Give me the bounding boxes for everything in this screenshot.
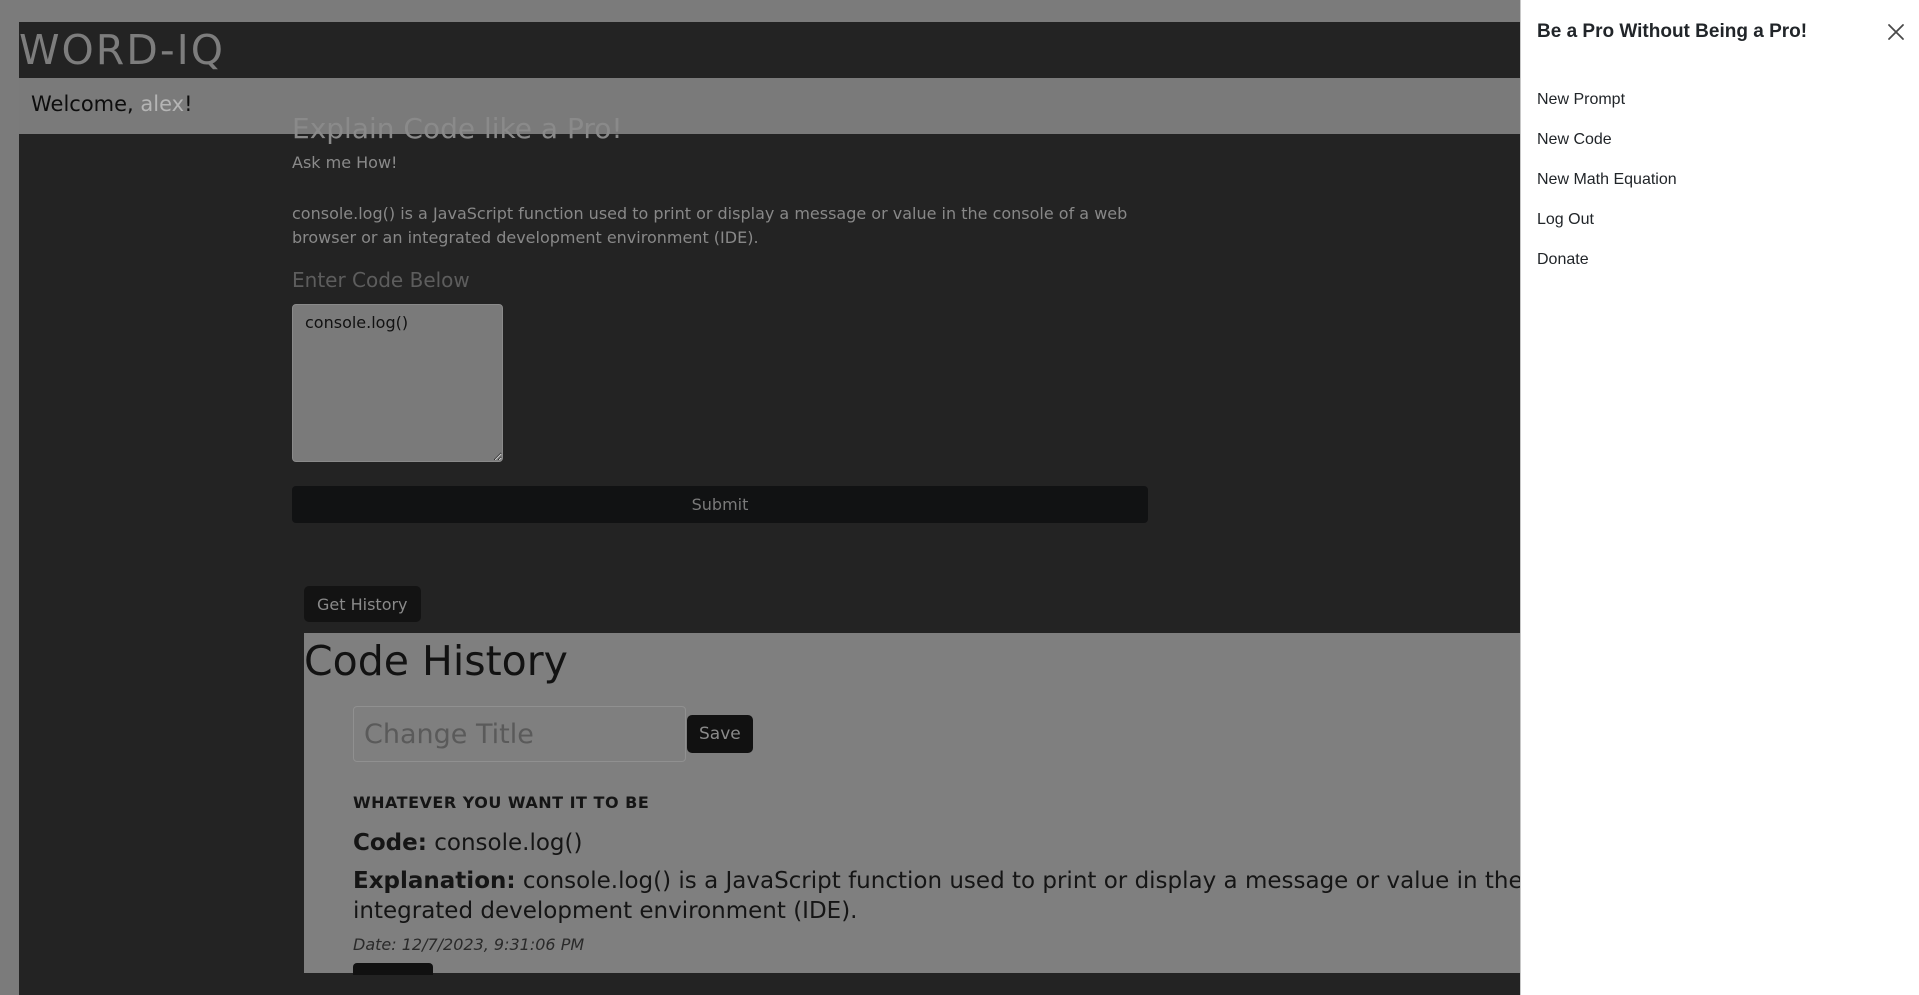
code-label: Code: — [353, 830, 427, 856]
welcome-suffix: ! — [184, 92, 193, 116]
get-history-button[interactable]: Get History — [304, 586, 421, 622]
username: alex — [140, 92, 185, 116]
submit-button[interactable]: Submit — [292, 486, 1148, 523]
entry-action-button[interactable] — [353, 963, 433, 975]
welcome-message: Welcome, alex! — [31, 92, 193, 116]
offcanvas-nav: New Prompt New Code New Math Equation Lo… — [1537, 80, 1677, 280]
close-icon[interactable] — [1884, 20, 1908, 44]
code-input[interactable]: console.log() — [292, 304, 503, 462]
entry-title: WHATEVER YOU WANT IT TO BE — [353, 793, 650, 812]
brand-logo[interactable]: WORD-IQ — [19, 26, 225, 74]
answer-text: console.log() is a JavaScript function u… — [292, 204, 1128, 247]
close-icon-glyph — [1888, 24, 1904, 40]
change-title-input[interactable] — [353, 706, 686, 762]
menu-item-new-prompt[interactable]: New Prompt — [1537, 80, 1677, 120]
code-value: console.log() — [434, 830, 583, 856]
page-title: Explain Code like a Pro! — [292, 112, 623, 145]
offcanvas-menu: Be a Pro Without Being a Pro! New Prompt… — [1520, 0, 1919, 995]
menu-item-donate[interactable]: Donate — [1537, 240, 1677, 280]
save-button[interactable]: Save — [687, 715, 753, 753]
code-input-label: Enter Code Below — [292, 268, 470, 292]
menu-item-log-out[interactable]: Log Out — [1537, 200, 1677, 240]
title-edit-row: Save — [353, 706, 753, 762]
page-top-strip — [0, 0, 1520, 22]
entry-date: Date: 12/7/2023, 9:31:06 PM — [353, 935, 585, 954]
page-subtitle: Ask me How! — [292, 153, 398, 172]
offcanvas-title: Be a Pro Without Being a Pro! — [1537, 21, 1808, 42]
menu-item-new-code[interactable]: New Code — [1537, 120, 1677, 160]
explanation-label: Explanation: — [353, 868, 516, 894]
entry-code: Code: console.log() — [353, 830, 582, 856]
menu-item-new-math-equation[interactable]: New Math Equation — [1537, 160, 1677, 200]
main-content: Explain Code like a Pro! Ask me How! con… — [292, 112, 1152, 523]
welcome-prefix: Welcome, — [31, 92, 141, 116]
